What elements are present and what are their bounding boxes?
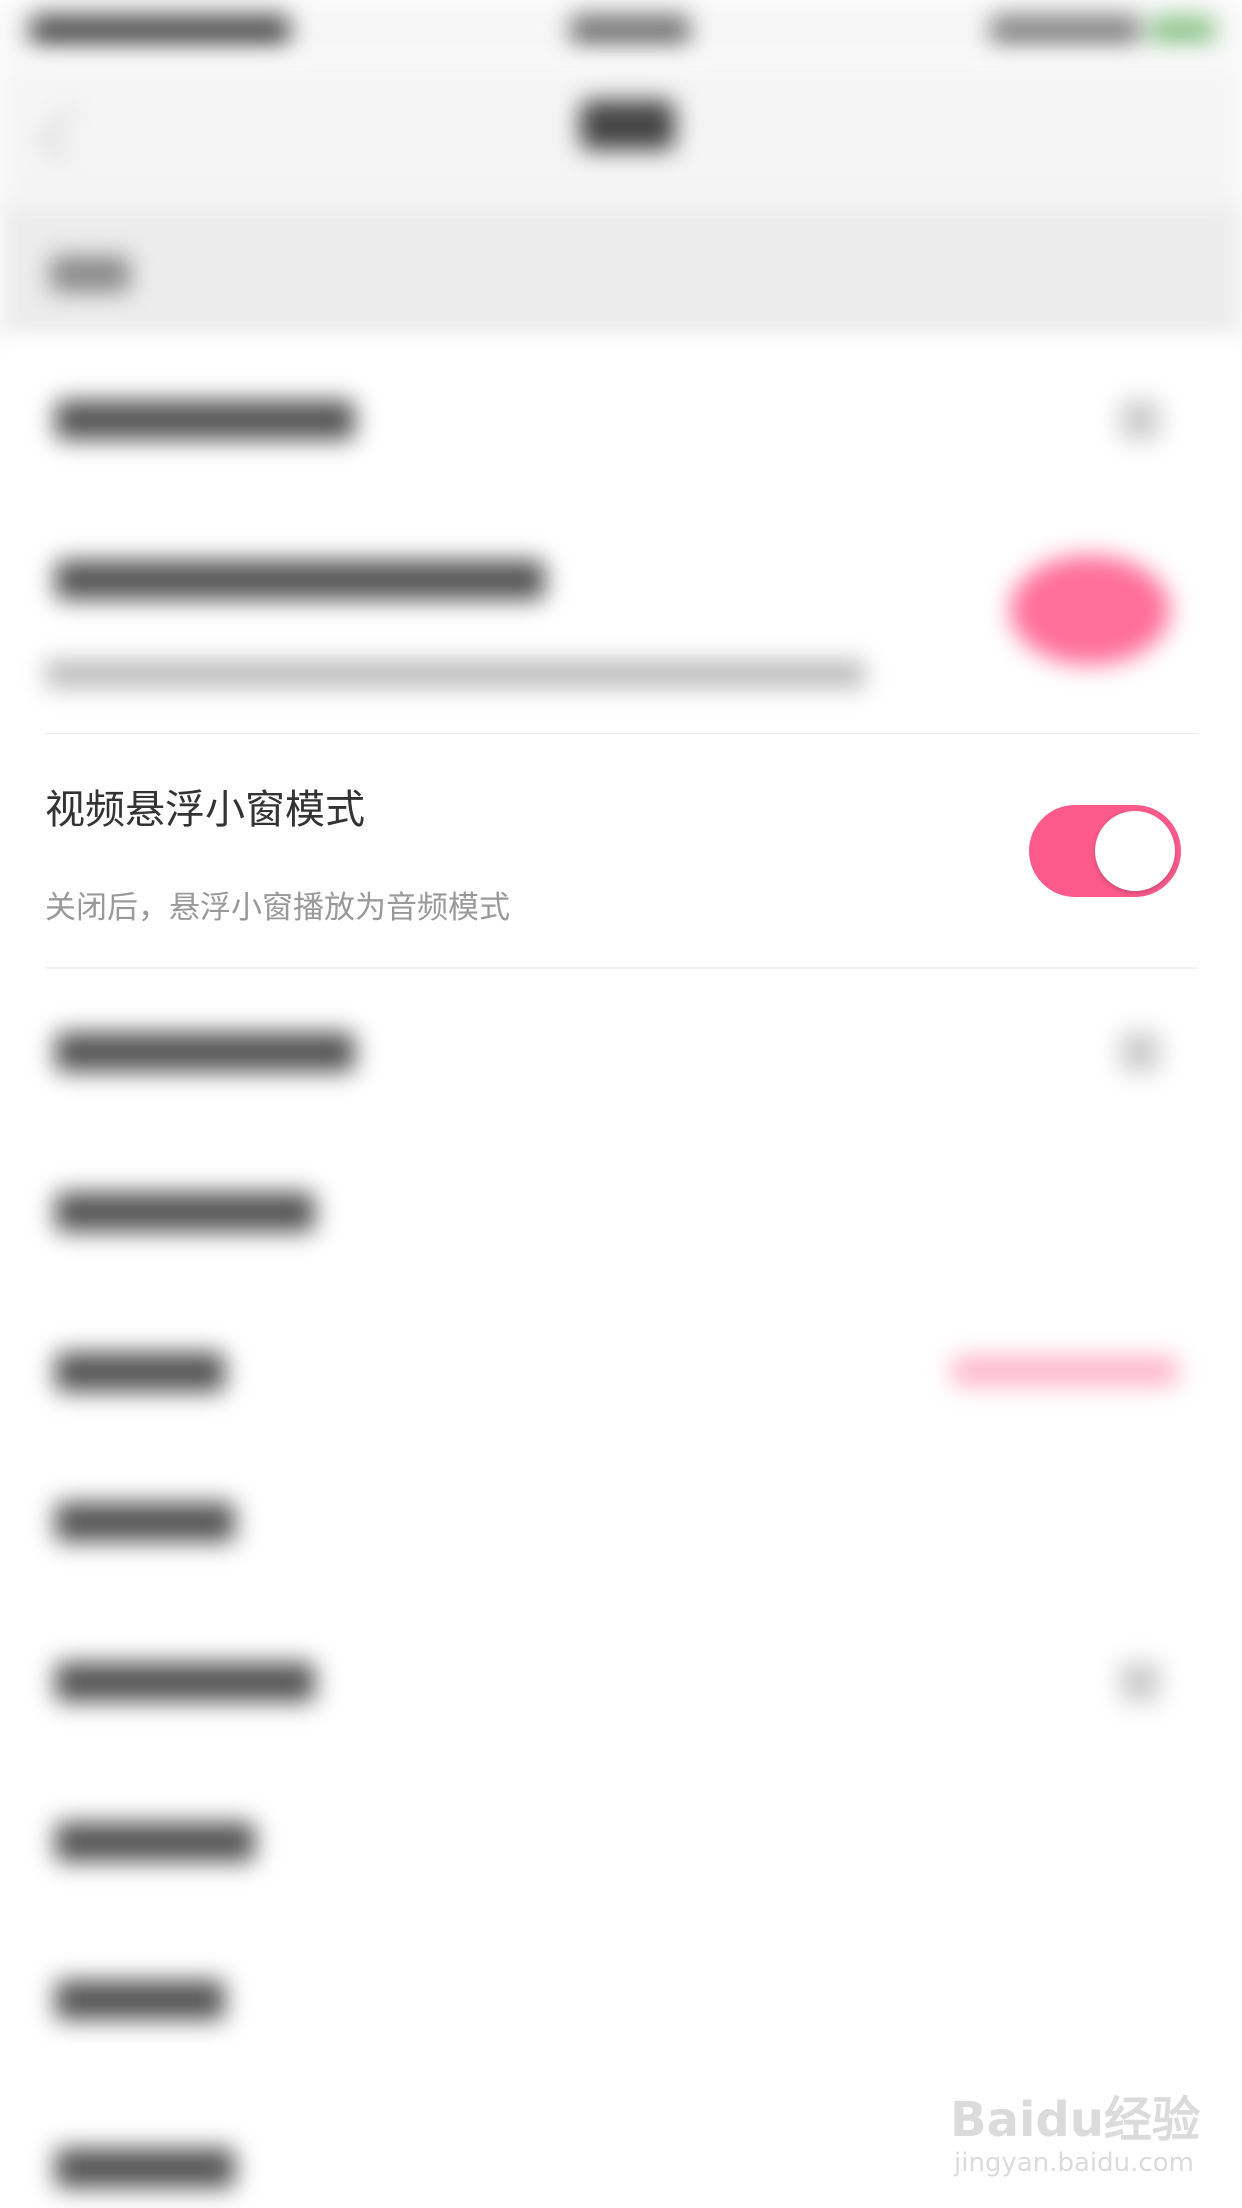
toggle-knob	[1095, 811, 1175, 891]
settings-row[interactable]	[0, 340, 1242, 500]
settings-row-label	[55, 1502, 235, 1542]
settings-row[interactable]	[0, 1600, 1242, 1760]
settings-row[interactable]	[0, 1920, 1242, 2070]
settings-row[interactable]	[0, 1440, 1242, 1600]
watermark-url: jingyan.baidu.com	[954, 2148, 1194, 2178]
divider	[45, 967, 1197, 969]
chevron-right-icon	[1120, 400, 1160, 440]
back-arrow-icon[interactable]	[39, 106, 97, 164]
status-bar	[0, 0, 1242, 60]
setting-title: 视频悬浮小窗模式	[45, 787, 365, 833]
settings-row-toggle[interactable]	[0, 500, 1242, 732]
settings-row[interactable]	[0, 1290, 1242, 1440]
section-header	[0, 200, 1242, 340]
settings-row-label	[55, 1822, 255, 1862]
settings-row-label	[55, 400, 355, 440]
settings-row-label	[55, 1662, 315, 1702]
toggle-switch[interactable]	[1010, 555, 1170, 665]
settings-row-label	[55, 1352, 225, 1392]
settings-row-label	[55, 1192, 315, 1232]
section-header-label	[50, 256, 130, 292]
settings-row-label	[55, 1032, 355, 1072]
chevron-right-icon	[1120, 1032, 1160, 1072]
settings-row-description	[45, 660, 865, 688]
settings-row-label	[55, 2148, 235, 2188]
chevron-right-icon	[1120, 1662, 1160, 1702]
status-bar-indicators	[990, 14, 1140, 46]
settings-row-label	[55, 560, 545, 600]
settings-row-label	[55, 1980, 225, 2020]
settings-row[interactable]	[0, 1760, 1242, 1920]
watermark-logo: Baidu经验	[950, 2092, 1200, 2148]
settings-row-video-floating-window: 视频悬浮小窗模式 关闭后，悬浮小窗播放为音频模式	[0, 734, 1242, 968]
battery-icon	[1150, 16, 1214, 44]
settings-row[interactable]	[0, 970, 1242, 1130]
video-floating-window-toggle[interactable]	[1029, 805, 1181, 897]
baidu-jingyan-watermark: Baidu经验 jingyan.baidu.com	[950, 2080, 1200, 2190]
nav-bar	[0, 60, 1242, 200]
status-bar-carrier	[30, 14, 290, 46]
settings-row-value	[950, 1356, 1180, 1386]
settings-row[interactable]	[0, 1130, 1242, 1290]
page-title	[580, 100, 675, 150]
status-bar-time	[570, 14, 690, 46]
setting-description: 关闭后，悬浮小窗播放为音频模式	[45, 890, 510, 926]
